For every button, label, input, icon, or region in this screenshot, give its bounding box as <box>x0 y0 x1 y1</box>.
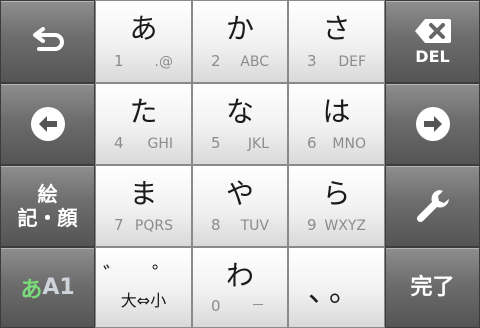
mode-kana-label: あ <box>20 277 43 303</box>
key-na[interactable]: な 5 JKL <box>192 83 288 165</box>
key-kana: や <box>225 177 254 210</box>
key-number: 0 <box>211 297 221 315</box>
key-number: 5 <box>211 134 221 152</box>
key-number: 9 <box>307 216 317 234</box>
key-kana: は <box>322 95 351 128</box>
key-letters: PQRS <box>134 218 173 234</box>
undo-key[interactable] <box>0 0 95 83</box>
delete-key-content: DEL <box>413 17 453 66</box>
delete-label: DEL <box>415 47 450 66</box>
key-kana: あ <box>129 12 158 45</box>
key-number: 8 <box>211 216 221 234</box>
key-number: 7 <box>114 216 124 234</box>
key-letters: DEF <box>338 54 366 70</box>
emoji-key[interactable]: 絵 記・顔 <box>0 165 95 247</box>
cursor-left-key[interactable] <box>0 83 95 165</box>
dakuten-label: ゛ ゜ <box>103 264 184 289</box>
delete-key[interactable]: DEL <box>385 0 480 83</box>
key-a[interactable]: あ 1 .@ <box>95 0 192 83</box>
key-kana: た <box>129 95 158 128</box>
key-letters: ABC <box>240 54 269 70</box>
key-letters: JKL <box>247 136 269 152</box>
key-kana: わ <box>225 259 254 292</box>
key-number: 1 <box>114 52 124 70</box>
key-number: 4 <box>114 134 124 152</box>
key-letters: MNO <box>332 136 366 152</box>
enter-key[interactable]: 完了 <box>385 247 480 328</box>
circle-arrow-left-icon <box>30 107 65 141</box>
mode-alpha-label: A1 <box>42 275 75 300</box>
punctuation-label: 、。 <box>308 274 365 309</box>
size-toggle-label: 大⇔小 <box>120 291 167 310</box>
key-ka[interactable]: か 2 ABC <box>192 0 288 83</box>
key-ra[interactable]: ら 9 WXYZ <box>288 165 385 247</box>
wrench-icon <box>416 190 449 223</box>
key-kana: ら <box>322 177 351 210</box>
key-letters: － <box>251 298 265 314</box>
key-ya[interactable]: や 8 TUV <box>192 165 288 247</box>
cursor-right-key[interactable] <box>385 83 480 165</box>
key-letters: GHI <box>147 136 173 152</box>
punctuation-key[interactable]: 、。 <box>288 247 385 328</box>
key-number: 2 <box>211 52 221 70</box>
key-kana: な <box>225 95 254 128</box>
key-kana: ま <box>129 177 158 210</box>
backspace-icon <box>414 19 451 43</box>
emoji-key-label: 絵 記・顔 <box>18 182 78 230</box>
circle-arrow-right-icon <box>415 107 450 141</box>
emoji-label-line1: 絵 <box>37 182 58 206</box>
undo-icon <box>32 26 64 51</box>
key-kana: さ <box>322 12 351 45</box>
key-letters: .@ <box>154 54 173 70</box>
key-letters: TUV <box>240 218 269 234</box>
keyboard: 絵 記・顔 あ A1 あ 1 .@ か 2 ABC さ 3 DEF た 4 GHI… <box>0 0 480 328</box>
enter-label: 完了 <box>410 274 455 300</box>
emoji-label-line2: 記・顔 <box>17 206 78 230</box>
key-kana: か <box>225 12 254 45</box>
key-number: 6 <box>307 134 317 152</box>
key-ta[interactable]: た 4 GHI <box>95 83 192 165</box>
key-number: 3 <box>307 52 317 70</box>
settings-key[interactable] <box>385 165 480 247</box>
input-mode-key[interactable]: あ A1 <box>0 247 95 328</box>
key-ma[interactable]: ま 7 PQRS <box>95 165 192 247</box>
dakuten-key[interactable]: ゛ ゜ 大⇔小 <box>95 247 192 328</box>
key-letters: WXYZ <box>324 218 366 234</box>
key-ha[interactable]: は 6 MNO <box>288 83 385 165</box>
key-sa[interactable]: さ 3 DEF <box>288 0 385 83</box>
key-wa[interactable]: わ 0 － <box>192 247 288 328</box>
